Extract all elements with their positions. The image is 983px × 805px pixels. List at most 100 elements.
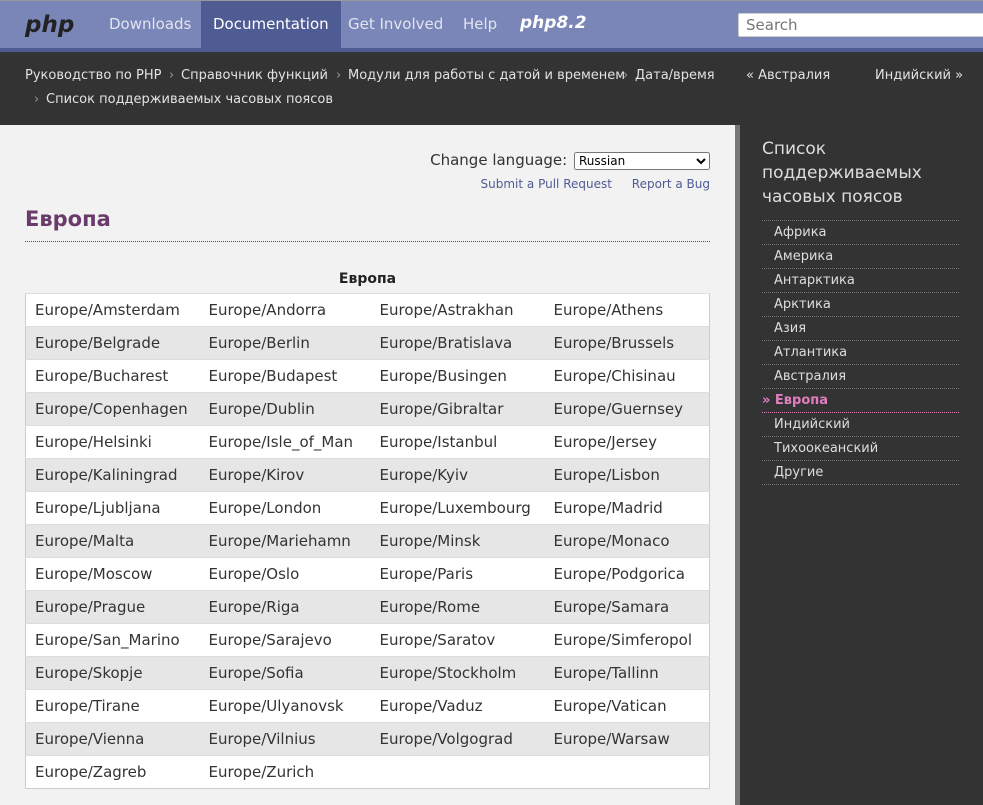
sidebar-item[interactable]: Индийский [762,413,959,437]
search-input[interactable] [738,13,983,37]
sidebar-item[interactable]: Антарктика [762,269,959,293]
nav-get-involved[interactable]: Get Involved [336,1,455,49]
nav-downloads[interactable]: Downloads [97,1,203,49]
timezone-cell: Europe/Moscow [25,557,200,591]
timezone-cell: Europe/Athens [544,293,710,327]
timezone-cell: Europe/Jersey [544,425,710,459]
doc-links: Submit a Pull Request Report a Bug [465,177,710,191]
timezone-cell: Europe/Oslo [199,557,371,591]
timezone-cell: Europe/Belgrade [25,326,200,360]
timezone-cell: Europe/Skopje [25,656,200,690]
timezone-cell: Europe/Kaliningrad [25,458,200,492]
timezone-cell: Europe/Malta [25,524,200,558]
timezone-cell: Europe/Zagreb [25,755,200,789]
sidebar-item[interactable]: Другие [762,461,959,485]
timezone-cell: Europe/Samara [544,590,710,624]
timezone-cell: Europe/Volgograd [370,722,545,756]
timezone-cell: Europe/San_Marino [25,623,200,657]
breadcrumb-current: Список поддерживаемых часовых поясов [46,92,334,107]
nav-help[interactable]: Help [451,1,509,49]
timezone-cell: Europe/Copenhagen [25,392,200,426]
timezone-cell: Europe/Andorra [199,293,371,327]
timezone-cell: Europe/Zurich [199,755,371,789]
change-language-label: Change language: [430,151,568,169]
table-row: Europe/Bucharest Europe/Budapest Europe/Bu… [25,359,710,393]
table-row: Europe/Ljubljana Europe/London Europe/Luxe… [25,491,710,525]
breadcrumb-datetime-modules[interactable]: Модули для работы с датой и временем [348,68,625,83]
report-bug-link[interactable]: Report a Bug [632,177,710,191]
timezone-cell: Europe/Bratislava [370,326,545,360]
submit-pull-request-link[interactable]: Submit a Pull Request [481,177,612,191]
change-language: Change language: Russian [430,151,710,170]
breadcrumb-manual[interactable]: Руководство по PHP [25,68,161,83]
table-row: Europe/Prague Europe/Riga Europe/Rome Europ… [25,590,710,624]
timezone-cell: Europe/Busingen [370,359,545,393]
table-row: Europe/Moscow Europe/Oslo Europe/Paris Euro… [25,557,710,591]
sidebar-item[interactable]: Арктика [762,293,959,317]
table-row: Europe/Helsinki Europe/Isle_of_Man Europe/… [25,425,710,459]
php-version-logo[interactable]: php8.2 [520,13,587,33]
timezone-cell: Europe/Chisinau [544,359,710,393]
breadcrumb: Руководство по PHP › Справочник функций … [0,52,983,125]
table-row: Europe/Kaliningrad Europe/Kirov Europe/Kyi… [25,458,710,492]
timezone-cell: Europe/Istanbul [370,425,545,459]
sidebar-title[interactable]: Список поддерживаемых часовых поясов [762,137,962,209]
sidebar-item[interactable]: Америка [762,245,959,269]
table-row: Europe/Belgrade Europe/Berlin Europe/Brati… [25,326,710,360]
timezone-cell: Europe/Kyiv [370,458,545,492]
timezone-cell: Europe/Warsaw [544,722,710,756]
timezone-cell: Europe/Dublin [199,392,371,426]
timezone-cell [544,755,710,789]
prev-link[interactable]: « Австралия [746,68,830,83]
timezone-cell: Europe/Berlin [199,326,371,360]
timezone-table: Europe/Amsterdam Europe/Andorra Europe/Ast… [25,293,710,789]
sidebar-item[interactable]: Австралия [762,365,959,389]
timezone-cell: Europe/Vaduz [370,689,545,723]
timezone-cell: Europe/Simferopol [544,623,710,657]
breadcrumb-separator: › [34,92,40,107]
timezone-cell: Europe/Tallinn [544,656,710,690]
main-content: Change language: Russian Submit a Pull R… [0,125,735,805]
timezone-cell: Europe/Minsk [370,524,545,558]
timezone-cell: Europe/Ljubljana [25,491,200,525]
timezone-cell: Europe/Vilnius [199,722,371,756]
page-title: Европа [25,207,710,242]
timezone-cell: Europe/Vatican [544,689,710,723]
timezone-cell: Europe/Astrakhan [370,293,545,327]
timezone-cell: Europe/Guernsey [544,392,710,426]
table-row: Europe/Amsterdam Europe/Andorra Europe/Ast… [25,293,710,327]
sidebar-item[interactable]: Тихоокеанский [762,437,959,461]
breadcrumb-datetime[interactable]: Дата/время [635,68,715,83]
next-link[interactable]: Индийский » [875,68,963,83]
table-row: Europe/Skopje Europe/Sofia Europe/Stockhol… [25,656,710,690]
timezone-cell: Europe/Tirane [25,689,200,723]
sidebar: Список поддерживаемых часовых поясов Афр… [740,125,983,805]
timezone-cell: Europe/Sarajevo [199,623,371,657]
breadcrumb-separator: › [623,68,629,83]
table-row: Europe/Malta Europe/Mariehamn Europe/Minsk… [25,524,710,558]
table-row: Europe/Tirane Europe/Ulyanovsk Europe/Vadu… [25,689,710,723]
table-row: Europe/Zagreb Europe/Zurich [25,755,710,789]
timezone-cell: Europe/Kirov [199,458,371,492]
timezone-cell: Europe/Amsterdam [25,293,200,327]
timezone-cell: Europe/Stockholm [370,656,545,690]
sidebar-item[interactable]: Африка [762,221,959,245]
sidebar-list: Африка Америка Антарктика Арктика Азия Атлант… [762,220,959,485]
sidebar-item[interactable]: Атлантика [762,341,959,365]
sidebar-item[interactable]: Азия [762,317,959,341]
language-select[interactable]: Russian [574,151,710,170]
timezone-cell: Europe/Helsinki [25,425,200,459]
nav-documentation[interactable]: Documentation [201,1,341,49]
php-logo[interactable]: php [25,12,74,38]
sidebar-item[interactable]: » Европа [762,389,959,413]
timezone-cell: Europe/Ulyanovsk [199,689,371,723]
table-row: Europe/San_Marino Europe/Sarajevo Europe/S… [25,623,710,657]
top-nav: php Downloads Documentation Get Involved… [0,0,983,52]
timezone-cell: Europe/London [199,491,371,525]
table-caption: Европа [338,271,397,287]
timezone-cell: Europe/Podgorica [544,557,710,591]
timezone-cell [370,755,545,789]
table-row: Europe/Vienna Europe/Vilnius Europe/Volgog… [25,722,710,756]
breadcrumb-funcref[interactable]: Справочник функций [181,68,328,83]
timezone-cell: Europe/Luxembourg [370,491,545,525]
